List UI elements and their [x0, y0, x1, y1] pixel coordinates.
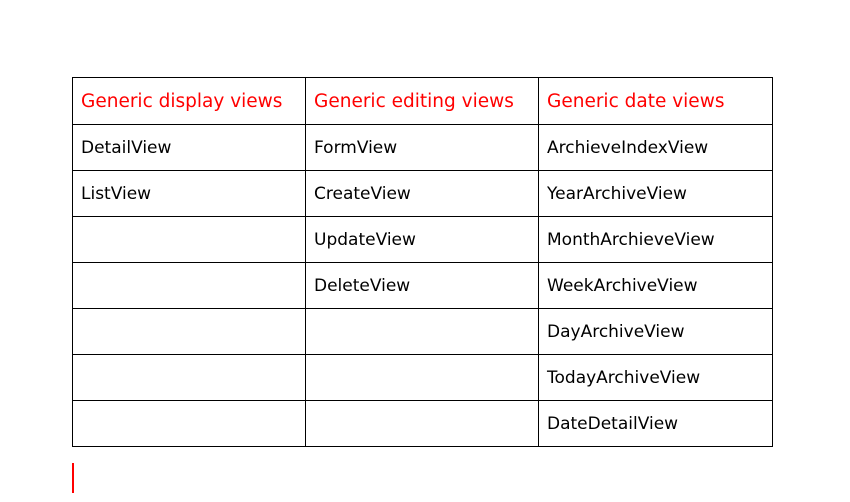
table-cell: ListView [72, 170, 306, 217]
table-header-row: Generic display views Generic editing vi… [72, 77, 773, 125]
generic-views-table: Generic display views Generic editing vi… [72, 77, 773, 447]
table-cell [72, 354, 306, 401]
header-display-views: Generic display views [72, 77, 306, 125]
table-cell [305, 400, 539, 447]
table-cell: DateDetailView [538, 400, 773, 447]
table-cell: MonthArchieveView [538, 216, 773, 263]
table-cell [305, 354, 539, 401]
table-cell [72, 400, 306, 447]
table-cell: UpdateView [305, 216, 539, 263]
table-cell: ArchieveIndexView [538, 124, 773, 171]
header-editing-views: Generic editing views [305, 77, 539, 125]
document-page: Generic display views Generic editing vi… [0, 0, 850, 502]
text-cursor[interactable] [72, 463, 74, 493]
table-cell [72, 308, 306, 355]
table-cell: DeleteView [305, 262, 539, 309]
table-row: DetailView FormView ArchieveIndexView [72, 124, 773, 171]
table-cell: FormView [305, 124, 539, 171]
table-cell: TodayArchiveView [538, 354, 773, 401]
table-cell [305, 308, 539, 355]
table-cell: DayArchiveView [538, 308, 773, 355]
table-cell: WeekArchiveView [538, 262, 773, 309]
table-row: UpdateView MonthArchieveView [72, 216, 773, 263]
table-cell: YearArchiveView [538, 170, 773, 217]
table-cell [72, 262, 306, 309]
table-row: TodayArchiveView [72, 354, 773, 401]
table-cell: CreateView [305, 170, 539, 217]
table-cell [72, 216, 306, 263]
table-row: ListView CreateView YearArchiveView [72, 170, 773, 217]
header-date-views: Generic date views [538, 77, 773, 125]
table-row: DayArchiveView [72, 308, 773, 355]
table-row: DateDetailView [72, 400, 773, 447]
table-cell: DetailView [72, 124, 306, 171]
table-row: DeleteView WeekArchiveView [72, 262, 773, 309]
